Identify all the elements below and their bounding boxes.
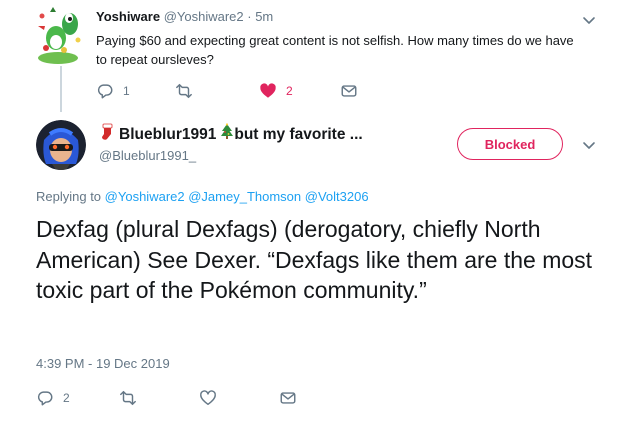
reply-avatar[interactable] [36, 120, 86, 170]
retweet-button[interactable] [175, 81, 202, 101]
retweet-button[interactable] [119, 388, 146, 408]
header-separator: · [243, 9, 256, 24]
retweet-icon [119, 389, 137, 407]
heart-icon [259, 82, 277, 100]
reply-timestamp[interactable]: 4:39 PM - 19 Dec 2019 [36, 356, 170, 371]
parent-display-name[interactable]: Yoshiware [96, 9, 160, 24]
mention-link[interactable]: @Jamey_Thomson [188, 189, 301, 204]
replying-to-prefix: Replying to [36, 189, 102, 204]
reply-count: 1 [123, 84, 130, 98]
reply-name-row: Blueblur1991 but my favorite ... [99, 123, 363, 146]
direct-message-button[interactable] [279, 388, 297, 408]
parent-tweet-header: Yoshiware @Yoshiware2 · 5m [96, 9, 273, 24]
christmas-tree-icon [220, 123, 234, 146]
message-icon [279, 389, 297, 407]
parent-time[interactable]: 5m [255, 9, 273, 24]
reply-count: 2 [63, 391, 70, 405]
chevron-down-icon[interactable] [581, 137, 597, 153]
parent-tweet[interactable]: Yoshiware @Yoshiware2 · 5m Paying $60 an… [0, 0, 630, 112]
blocked-button[interactable]: Blocked [457, 128, 563, 160]
reply-handle[interactable]: @Blueblur1991_ [99, 148, 196, 163]
reply-icon [36, 389, 54, 407]
reply-display-name-suffix[interactable]: but my favorite ... [234, 126, 362, 144]
christmas-stocking-icon [99, 123, 115, 146]
direct-message-button[interactable] [340, 81, 358, 101]
parent-handle[interactable]: @Yoshiware2 [164, 9, 244, 24]
like-count: 2 [286, 84, 293, 98]
reply-button[interactable]: 2 [36, 388, 70, 408]
mention-link[interactable]: @Yoshiware2 [105, 189, 185, 204]
reply-tweet-text: Dexfag (plural Dexfags) (derogatory, chi… [36, 216, 593, 303]
like-button[interactable] [199, 388, 226, 408]
thread-connector-line [60, 66, 62, 112]
parent-avatar[interactable] [36, 4, 84, 66]
heart-icon [199, 389, 217, 407]
mention-link[interactable]: @Volt3206 [305, 189, 369, 204]
like-button[interactable]: 2 [259, 81, 293, 101]
replying-to-line: Replying to @Yoshiware2 @Jamey_Thomson @… [36, 189, 369, 204]
reply-icon [96, 82, 114, 100]
retweet-icon [175, 82, 193, 100]
parent-tweet-text: Paying $60 and expecting great content i… [96, 33, 574, 67]
chevron-down-icon[interactable] [581, 12, 597, 28]
reply-display-name[interactable]: Blueblur1991 [119, 126, 216, 144]
reply-button[interactable]: 1 [96, 81, 130, 101]
message-icon [340, 82, 358, 100]
